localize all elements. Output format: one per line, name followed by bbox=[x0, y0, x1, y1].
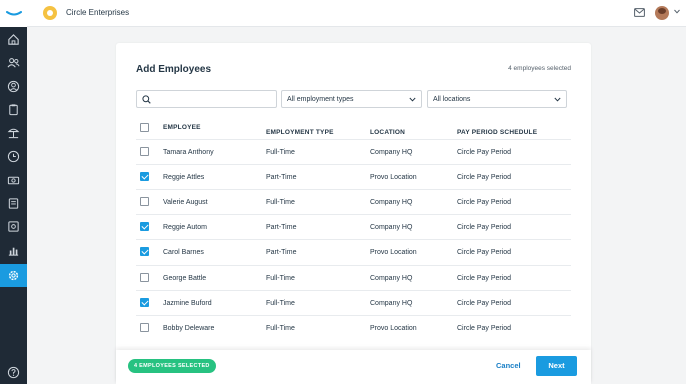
settings-icon[interactable] bbox=[0, 264, 27, 287]
row-checkbox[interactable] bbox=[140, 147, 149, 156]
table-row[interactable]: Tamara Anthony Full-Time Company HQ Circle … bbox=[136, 139, 571, 164]
table-row[interactable]: Valerie August Full-Time Company HQ Circle … bbox=[136, 189, 571, 214]
chevron-down-icon bbox=[409, 97, 416, 102]
employee-name: Reggie Attles bbox=[163, 174, 205, 182]
pay-period: Circle Pay Period bbox=[457, 324, 512, 332]
logo-icon[interactable] bbox=[0, 0, 27, 27]
top-bar: Circle Enterprises bbox=[27, 0, 686, 27]
beach-icon[interactable] bbox=[0, 121, 27, 144]
header-employment-type[interactable]: EMPLOYMENT TYPE bbox=[266, 129, 334, 136]
location: Company HQ bbox=[370, 224, 413, 232]
employee-name: Valerie August bbox=[163, 199, 208, 207]
employment-type: Full-Time bbox=[266, 324, 295, 332]
employment-type: Full-Time bbox=[266, 299, 295, 307]
clipboard-icon[interactable] bbox=[0, 98, 27, 121]
employee-name: George Battle bbox=[163, 274, 207, 282]
location: Company HQ bbox=[370, 199, 413, 207]
pay-period: Circle Pay Period bbox=[457, 224, 512, 232]
pay-period: Circle Pay Period bbox=[457, 249, 512, 257]
chevron-down-icon bbox=[554, 97, 561, 102]
pay-period: Circle Pay Period bbox=[457, 299, 512, 307]
selected-count: 4 employees selected bbox=[508, 65, 571, 72]
employment-type: Full-Time bbox=[266, 149, 295, 156]
location: Company HQ bbox=[370, 274, 413, 282]
employee-name: Bobby Deleware bbox=[163, 324, 215, 332]
row-checkbox[interactable] bbox=[140, 222, 149, 232]
avatar[interactable] bbox=[655, 6, 669, 20]
row-checkbox[interactable] bbox=[140, 272, 149, 282]
employment-type: Part-Time bbox=[266, 174, 297, 182]
row-checkbox[interactable] bbox=[140, 247, 149, 257]
location: Company HQ bbox=[370, 149, 413, 156]
company-name[interactable]: Circle Enterprises bbox=[66, 8, 129, 17]
pay-period: Circle Pay Period bbox=[457, 274, 512, 282]
header-location[interactable]: LOCATION bbox=[370, 129, 405, 136]
row-checkbox[interactable] bbox=[140, 322, 149, 332]
table-row[interactable]: Jazmine Buford Full-Time Company HQ Circle … bbox=[136, 289, 571, 315]
employment-type: Full-Time bbox=[266, 274, 295, 282]
page-title: Add Employees bbox=[136, 64, 212, 75]
search-input[interactable] bbox=[136, 90, 277, 108]
help-icon[interactable] bbox=[0, 361, 27, 384]
next-button[interactable]: Next bbox=[536, 356, 577, 376]
user-circle-icon[interactable] bbox=[0, 75, 27, 98]
table-row[interactable]: Reggie Attles Part-Time Provo Location Circ… bbox=[136, 164, 571, 189]
people-icon[interactable] bbox=[0, 51, 27, 74]
book-icon[interactable] bbox=[0, 192, 27, 215]
home-icon[interactable] bbox=[0, 28, 27, 51]
sidebar bbox=[0, 0, 27, 384]
row-checkbox[interactable] bbox=[140, 297, 149, 307]
location: Provo Location bbox=[370, 249, 417, 257]
header-pay-period[interactable]: PAY PERIOD SCHEDULE bbox=[457, 129, 537, 136]
employment-type: Part-Time bbox=[266, 224, 297, 232]
employee-name: Reggie Autom bbox=[163, 224, 207, 232]
employment-type-value: All employment types bbox=[287, 96, 354, 103]
add-employees-card: Add Employees 4 employees selected All e… bbox=[116, 43, 591, 384]
money-icon[interactable] bbox=[0, 169, 27, 192]
pay-period: Circle Pay Period bbox=[457, 149, 512, 156]
chart-icon[interactable] bbox=[0, 239, 27, 262]
employment-type: Part-Time bbox=[266, 249, 297, 257]
employee-name: Tamara Anthony bbox=[163, 149, 214, 156]
company-logo-icon bbox=[43, 6, 57, 20]
location: Provo Location bbox=[370, 174, 417, 182]
employment-type: Full-Time bbox=[266, 199, 295, 207]
table-row[interactable]: George Battle Full-Time Company HQ Circle P… bbox=[136, 264, 571, 290]
search-icon bbox=[142, 95, 151, 104]
clock-icon[interactable] bbox=[0, 145, 27, 168]
employee-name: Jazmine Buford bbox=[163, 299, 212, 307]
select-all-checkbox[interactable] bbox=[140, 123, 149, 132]
mail-icon[interactable] bbox=[634, 8, 645, 17]
location: Company HQ bbox=[370, 299, 413, 307]
reports-icon[interactable] bbox=[0, 215, 27, 238]
selected-badge: 4 EMPLOYEES SELECTED bbox=[128, 359, 216, 373]
header-employee[interactable]: EMPLOYEE bbox=[163, 124, 201, 131]
cancel-button[interactable]: Cancel bbox=[496, 361, 521, 370]
pay-period: Circle Pay Period bbox=[457, 174, 512, 182]
table-row[interactable]: Carol Barnes Part-Time Provo Location Circl… bbox=[136, 239, 571, 264]
row-checkbox[interactable] bbox=[140, 172, 149, 182]
row-checkbox[interactable] bbox=[140, 197, 149, 207]
chevron-down-icon[interactable] bbox=[674, 9, 680, 14]
location-value: All locations bbox=[433, 96, 471, 103]
table-row[interactable]: Reggie Autom Part-Time Company HQ Circle Pa… bbox=[136, 214, 571, 239]
employment-type-select[interactable]: All employment types bbox=[281, 90, 422, 108]
location-select[interactable]: All locations bbox=[427, 90, 567, 108]
employee-name: Carol Barnes bbox=[163, 249, 204, 257]
location: Provo Location bbox=[370, 324, 417, 332]
footer-bar: 4 EMPLOYEES SELECTED Cancel Next bbox=[116, 350, 591, 384]
table-row[interactable]: Bobby Deleware Full-Time Provo Location Cir… bbox=[136, 314, 571, 340]
pay-period: Circle Pay Period bbox=[457, 199, 512, 207]
